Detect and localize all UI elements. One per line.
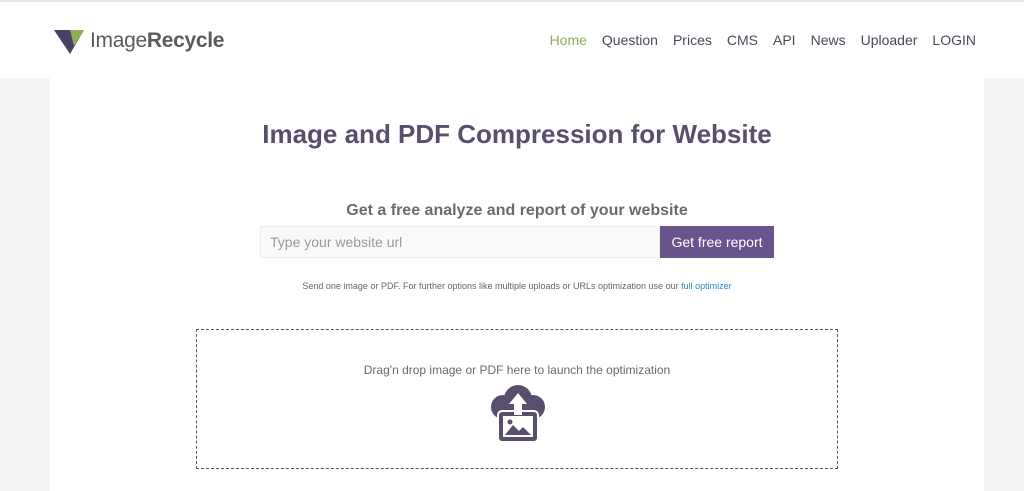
upload-note: Send one image or PDF. For further optio… bbox=[50, 281, 984, 291]
dropzone-text: Drag'n drop image or PDF here to launch … bbox=[363, 363, 671, 377]
get-free-report-button[interactable]: Get free report bbox=[660, 226, 774, 258]
logo[interactable]: ImageRecycle bbox=[54, 26, 224, 56]
report-subtitle: Get a free analyze and report of your we… bbox=[346, 202, 688, 219]
nav-item-api[interactable]: API bbox=[773, 32, 796, 48]
main-content: Image and PDF Compression for Website Ge… bbox=[50, 78, 984, 491]
nav-item-cms[interactable]: CMS bbox=[727, 32, 758, 48]
nav-item-login[interactable]: LOGIN bbox=[932, 32, 976, 48]
nav-item-prices[interactable]: Prices bbox=[673, 32, 712, 48]
nav-item-home[interactable]: Home bbox=[550, 32, 587, 48]
nav-item-uploader[interactable]: Uploader bbox=[861, 32, 918, 48]
nav-item-question[interactable]: Question bbox=[602, 32, 658, 48]
main-nav: Home Question Prices CMS API News Upload… bbox=[535, 32, 976, 48]
logo-text-part1: Image bbox=[90, 29, 147, 52]
logo-triangle-icon bbox=[54, 30, 84, 54]
nav-item-news[interactable]: News bbox=[811, 32, 846, 48]
file-dropzone[interactable]: Drag'n drop image or PDF here to launch … bbox=[196, 329, 838, 469]
logo-text: ImageRecycle bbox=[90, 29, 224, 53]
site-header: ImageRecycle Home Question Prices CMS AP… bbox=[0, 2, 1024, 78]
full-optimizer-link[interactable]: full optimizer bbox=[681, 281, 732, 291]
website-url-input[interactable] bbox=[260, 226, 660, 258]
upload-note-text: Send one image or PDF. For further optio… bbox=[302, 281, 682, 291]
cloud-upload-image-icon bbox=[491, 385, 545, 443]
page-title: Image and PDF Compression for Website bbox=[262, 119, 772, 149]
logo-text-part2: Recycle bbox=[146, 29, 225, 52]
